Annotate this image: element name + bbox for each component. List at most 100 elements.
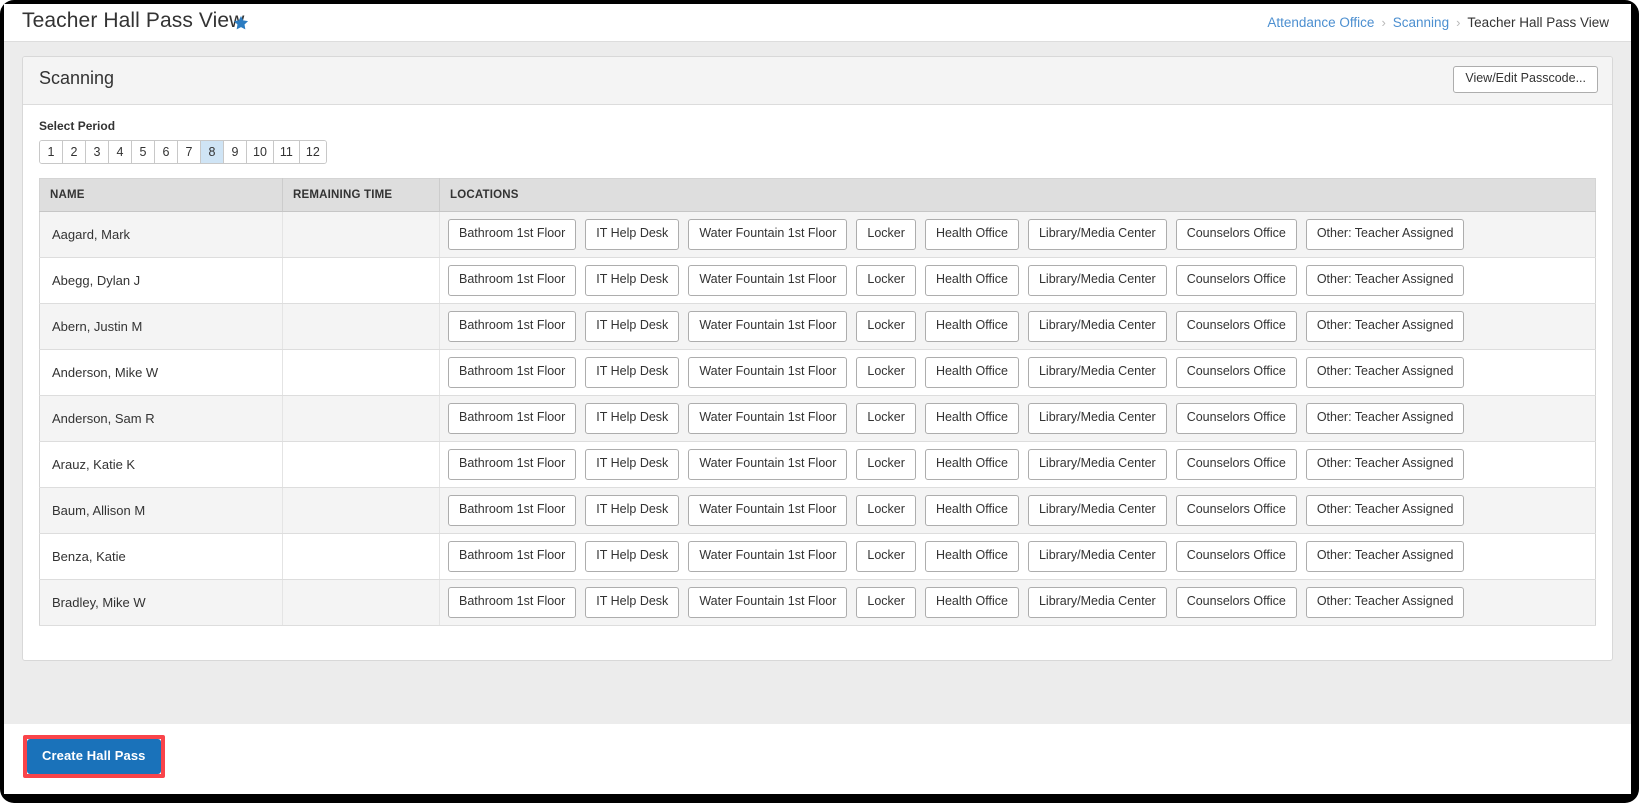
create-hall-pass-button[interactable]: Create Hall Pass — [27, 739, 161, 775]
period-button-3[interactable]: 3 — [86, 141, 109, 163]
scanning-card: Scanning View/Edit Passcode... Select Pe… — [22, 56, 1613, 661]
location-button[interactable]: Locker — [856, 403, 916, 434]
location-button[interactable]: Library/Media Center — [1027, 541, 1167, 572]
location-button[interactable]: Locker — [856, 495, 916, 526]
location-button[interactable]: Bathroom 1st Floor — [448, 403, 577, 434]
location-button[interactable]: Library/Media Center — [1027, 587, 1167, 618]
breadcrumb-item-attendance-office[interactable]: Attendance Office — [1267, 15, 1374, 30]
table-row: Aagard, Mark Bathroom 1st Floor IT Help De… — [39, 211, 1596, 258]
table-header: NAME REMAINING TIME LOCATIONS — [39, 178, 1596, 212]
location-button[interactable]: Counselors Office — [1175, 541, 1297, 572]
location-button[interactable]: Other: Teacher Assigned — [1305, 541, 1465, 572]
location-button[interactable]: Locker — [856, 265, 916, 296]
star-icon[interactable] — [232, 14, 250, 32]
location-button[interactable]: Water Fountain 1st Floor — [688, 311, 848, 342]
location-button[interactable]: Counselors Office — [1175, 449, 1297, 480]
period-button-10[interactable]: 10 — [247, 141, 274, 163]
cell-student-name: Bradley, Mike W — [39, 579, 283, 626]
location-button[interactable]: Health Office — [924, 495, 1019, 526]
location-button[interactable]: Library/Media Center — [1027, 311, 1167, 342]
location-button[interactable]: Locker — [856, 219, 916, 250]
location-button[interactable]: IT Help Desk — [585, 403, 680, 434]
cell-student-name: Anderson, Sam R — [39, 395, 283, 442]
location-button[interactable]: Bathroom 1st Floor — [448, 449, 577, 480]
period-button-5[interactable]: 5 — [132, 141, 155, 163]
location-button[interactable]: Health Office — [924, 357, 1019, 388]
location-button[interactable]: Locker — [856, 541, 916, 572]
period-button-1[interactable]: 1 — [40, 141, 63, 163]
location-button[interactable]: Library/Media Center — [1027, 403, 1167, 434]
location-button[interactable]: Water Fountain 1st Floor — [688, 449, 848, 480]
location-button[interactable]: Bathroom 1st Floor — [448, 495, 577, 526]
cell-student-name: Arauz, Katie K — [39, 441, 283, 488]
period-selector[interactable]: 1 2 3 4 5 6 7 8 9 10 11 12 — [39, 140, 327, 164]
location-button[interactable]: Other: Teacher Assigned — [1305, 311, 1465, 342]
view-edit-passcode-button[interactable]: View/Edit Passcode... — [1453, 66, 1598, 93]
location-button[interactable]: Bathroom 1st Floor — [448, 219, 577, 250]
location-button[interactable]: Water Fountain 1st Floor — [688, 541, 848, 572]
location-button[interactable]: Library/Media Center — [1027, 357, 1167, 388]
period-button-6[interactable]: 6 — [155, 141, 178, 163]
location-button[interactable]: Locker — [856, 587, 916, 618]
location-button[interactable]: IT Help Desk — [585, 587, 680, 618]
location-button[interactable]: Locker — [856, 357, 916, 388]
location-button[interactable]: Other: Teacher Assigned — [1305, 449, 1465, 480]
cell-locations: Bathroom 1st Floor IT Help Desk Water Foun… — [439, 257, 1596, 304]
period-button-9[interactable]: 9 — [224, 141, 247, 163]
location-button[interactable]: IT Help Desk — [585, 541, 680, 572]
location-button[interactable]: Water Fountain 1st Floor — [688, 265, 848, 296]
location-button[interactable]: Other: Teacher Assigned — [1305, 219, 1465, 250]
location-button[interactable]: Other: Teacher Assigned — [1305, 403, 1465, 434]
period-button-4[interactable]: 4 — [109, 141, 132, 163]
period-button-8[interactable]: 8 — [201, 141, 224, 163]
location-button[interactable]: Bathroom 1st Floor — [448, 265, 577, 296]
location-button[interactable]: Water Fountain 1st Floor — [688, 495, 848, 526]
location-button[interactable]: Counselors Office — [1175, 311, 1297, 342]
period-button-2[interactable]: 2 — [63, 141, 86, 163]
location-button[interactable]: IT Help Desk — [585, 357, 680, 388]
location-button[interactable]: Library/Media Center — [1027, 265, 1167, 296]
location-button[interactable]: Health Office — [924, 587, 1019, 618]
location-button[interactable]: Other: Teacher Assigned — [1305, 265, 1465, 296]
location-button[interactable]: Bathroom 1st Floor — [448, 541, 577, 572]
location-button[interactable]: Counselors Office — [1175, 495, 1297, 526]
location-button[interactable]: Counselors Office — [1175, 587, 1297, 618]
location-button[interactable]: Health Office — [924, 541, 1019, 572]
location-button[interactable]: IT Help Desk — [585, 495, 680, 526]
location-button[interactable]: Other: Teacher Assigned — [1305, 495, 1465, 526]
location-button[interactable]: Other: Teacher Assigned — [1305, 357, 1465, 388]
location-button[interactable]: Health Office — [924, 449, 1019, 480]
period-button-11[interactable]: 11 — [273, 141, 300, 163]
location-button[interactable]: Counselors Office — [1175, 265, 1297, 296]
location-button[interactable]: Bathroom 1st Floor — [448, 311, 577, 342]
location-button[interactable]: Counselors Office — [1175, 357, 1297, 388]
location-button[interactable]: Counselors Office — [1175, 219, 1297, 250]
page-title: Teacher Hall Pass View — [22, 9, 245, 32]
location-button[interactable]: IT Help Desk — [585, 311, 680, 342]
location-button[interactable]: Library/Media Center — [1027, 495, 1167, 526]
period-button-12[interactable]: 12 — [299, 141, 326, 163]
location-button[interactable]: IT Help Desk — [585, 449, 680, 480]
card-content: Select Period 1 2 3 4 5 6 7 8 9 10 11 12 NAME REMAI… — [23, 105, 1612, 626]
location-button[interactable]: Water Fountain 1st Floor — [688, 587, 848, 618]
cell-remaining-time — [282, 211, 440, 258]
location-button[interactable]: Bathroom 1st Floor — [448, 357, 577, 388]
location-button[interactable]: Water Fountain 1st Floor — [688, 219, 848, 250]
location-button[interactable]: Bathroom 1st Floor — [448, 587, 577, 618]
location-button[interactable]: Library/Media Center — [1027, 449, 1167, 480]
location-button[interactable]: Other: Teacher Assigned — [1305, 587, 1465, 618]
location-button[interactable]: Locker — [856, 311, 916, 342]
location-button[interactable]: IT Help Desk — [585, 265, 680, 296]
location-button[interactable]: Water Fountain 1st Floor — [688, 403, 848, 434]
location-button[interactable]: Counselors Office — [1175, 403, 1297, 434]
location-button[interactable]: Locker — [856, 449, 916, 480]
location-button[interactable]: Water Fountain 1st Floor — [688, 357, 848, 388]
location-button[interactable]: Health Office — [924, 219, 1019, 250]
period-button-7[interactable]: 7 — [178, 141, 201, 163]
location-button[interactable]: Health Office — [924, 265, 1019, 296]
location-button[interactable]: Library/Media Center — [1027, 219, 1167, 250]
location-button[interactable]: IT Help Desk — [585, 219, 680, 250]
breadcrumb-item-scanning[interactable]: Scanning — [1393, 15, 1449, 30]
location-button[interactable]: Health Office — [924, 403, 1019, 434]
location-button[interactable]: Health Office — [924, 311, 1019, 342]
